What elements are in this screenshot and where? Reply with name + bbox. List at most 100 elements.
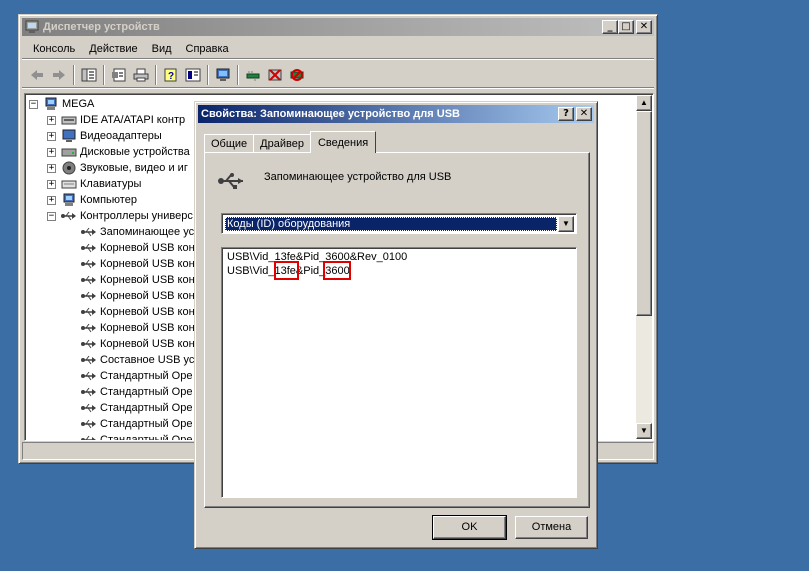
- scroll-up-button[interactable]: ▲: [636, 95, 652, 111]
- tree-item-label: Корневой USB кон: [100, 322, 195, 334]
- tree-item[interactable]: + Компьютер: [47, 192, 137, 208]
- tree-item-label: Дисковые устройства: [80, 146, 190, 158]
- tab-details[interactable]: Сведения: [309, 131, 377, 153]
- tree-item-label: Корневой USB кон: [100, 306, 195, 318]
- back-icon[interactable]: [26, 65, 48, 85]
- tree-item[interactable]: Запоминающее уст: [81, 224, 199, 240]
- tree-item[interactable]: − Контроллеры универс: [47, 208, 193, 224]
- tree-item[interactable]: Составное USB уст: [81, 352, 199, 368]
- tree-item[interactable]: + Клавиатуры: [47, 176, 141, 192]
- tree-item-label: Стандартный Оре: [100, 386, 193, 398]
- chevron-down-icon[interactable]: ▼: [558, 216, 574, 232]
- cancel-button[interactable]: Отмена: [515, 516, 588, 539]
- view-icon[interactable]: [182, 65, 204, 85]
- tab-general[interactable]: Общие: [204, 134, 255, 153]
- collapse-icon[interactable]: −: [29, 99, 38, 109]
- sound-icon: [61, 161, 77, 175]
- tree-scrollbar[interactable]: ▲ ▼: [636, 95, 652, 439]
- device-name-label: Запоминающее устройство для USB: [264, 171, 452, 183]
- tree-item[interactable]: Корневой USB кон: [81, 304, 195, 320]
- tree-item[interactable]: Стандартный Оре: [81, 368, 192, 384]
- tree-item-label: Стандартный Оре: [100, 434, 193, 441]
- expand-icon[interactable]: +: [47, 115, 56, 125]
- tree-item-label: Звуковые, видео и иг: [80, 162, 188, 174]
- device-manager-icon: [25, 20, 39, 34]
- tree-item-label: Компьютер: [80, 194, 137, 206]
- maximize-button[interactable]: □: [618, 20, 634, 34]
- menu-help[interactable]: Справка: [179, 43, 236, 55]
- values-list[interactable]: USB\Vid_13fe&Pid_3600&Rev_0100 USB\Vid_1…: [221, 247, 577, 498]
- expand-icon[interactable]: +: [47, 147, 56, 157]
- expand-icon[interactable]: +: [47, 131, 56, 141]
- tree-item-label: Клавиатуры: [80, 178, 142, 190]
- computer-icon: [43, 97, 59, 111]
- scroll-down-button[interactable]: ▼: [636, 423, 652, 439]
- tree-item[interactable]: Стандартный Оре: [81, 400, 192, 416]
- device-manager-titlebar[interactable]: Диспетчер устройств _ □ ✕: [22, 18, 654, 36]
- tree-item-label: Стандартный Оре: [100, 402, 193, 414]
- list-item[interactable]: USB\Vid_13fe&Pid_3600&Rev_0100: [227, 251, 407, 263]
- disable-icon[interactable]: [286, 65, 308, 85]
- tree-item-label: Корневой USB кон: [100, 338, 195, 350]
- dialog-close-button[interactable]: ✕: [576, 107, 592, 121]
- expand-icon[interactable]: +: [47, 163, 56, 173]
- display-icon: [61, 129, 77, 143]
- toolbar-separator: [103, 64, 105, 85]
- tree-item[interactable]: + Видеоадаптеры: [47, 128, 162, 144]
- svg-text:?: ?: [168, 71, 174, 82]
- vid-highlight-box: [274, 261, 299, 280]
- tree-item[interactable]: Корневой USB кон: [81, 336, 195, 352]
- help-button[interactable]: ?: [558, 107, 574, 121]
- minimize-button[interactable]: _: [602, 20, 618, 34]
- usb-icon: [81, 337, 97, 351]
- properties-titlebar[interactable]: Свойства: Запоминающее устройство для US…: [198, 105, 594, 123]
- tree-item-label: Корневой USB кон: [100, 258, 195, 270]
- device-manager-title: Диспетчер устройств: [43, 21, 160, 33]
- update-driver-icon[interactable]: [242, 65, 264, 85]
- tree-item[interactable]: Стандартный Оре: [81, 416, 192, 432]
- menu-view[interactable]: Вид: [145, 43, 179, 55]
- ok-button[interactable]: OK: [432, 515, 507, 540]
- pid-highlight-box: [323, 261, 351, 280]
- tree-item[interactable]: Корневой USB кон: [81, 240, 195, 256]
- tab-driver[interactable]: Драйвер: [253, 134, 311, 153]
- console-tree-icon[interactable]: [78, 65, 100, 85]
- usb-icon: [81, 225, 97, 239]
- properties-icon[interactable]: [108, 65, 130, 85]
- expand-icon[interactable]: +: [47, 179, 56, 189]
- scan-hardware-icon[interactable]: [212, 65, 234, 85]
- tree-item[interactable]: + Звуковые, видео и иг: [47, 160, 188, 176]
- tree-item[interactable]: + Дисковые устройства: [47, 144, 190, 160]
- help-icon[interactable]: ?: [160, 65, 182, 85]
- usb-icon: [81, 369, 97, 383]
- tree-item-label: Корневой USB кон: [100, 242, 195, 254]
- tree-item[interactable]: Корневой USB кон: [81, 272, 195, 288]
- tree-item[interactable]: + IDE ATA/ATAPI контр: [47, 112, 185, 128]
- uninstall-icon[interactable]: [264, 65, 286, 85]
- usb-icon: [81, 433, 97, 440]
- tree-item[interactable]: Корневой USB кон: [81, 288, 195, 304]
- keyboard-icon: [61, 177, 77, 191]
- print-icon[interactable]: [130, 65, 152, 85]
- forward-icon[interactable]: [48, 65, 70, 85]
- menu-console[interactable]: Консоль: [26, 43, 82, 55]
- collapse-icon[interactable]: −: [47, 211, 56, 221]
- usb-icon: [81, 385, 97, 399]
- usb-icon: [81, 305, 97, 319]
- menu-action[interactable]: Действие: [82, 43, 144, 55]
- close-button[interactable]: ✕: [636, 20, 652, 34]
- tree-item[interactable]: Стандартный Оре: [81, 384, 192, 400]
- tree-item-label: Корневой USB кон: [100, 290, 195, 302]
- usb-icon: [61, 209, 77, 223]
- toolbar-separator: [73, 64, 75, 85]
- scroll-thumb[interactable]: [636, 111, 652, 316]
- property-select[interactable]: Коды (ID) оборудования ▼: [221, 213, 577, 234]
- tree-item-label: Составное USB уст: [100, 354, 200, 366]
- tree-root[interactable]: − MEGA: [29, 96, 94, 112]
- tree-item[interactable]: Стандартный Оре: [81, 432, 193, 441]
- tab-strip: Общие Драйвер Сведения: [204, 131, 377, 153]
- expand-icon[interactable]: +: [47, 195, 56, 205]
- tree-item[interactable]: Корневой USB кон: [81, 256, 195, 272]
- tree-item[interactable]: Корневой USB кон: [81, 320, 195, 336]
- properties-title: Свойства: Запоминающее устройство для US…: [201, 108, 460, 120]
